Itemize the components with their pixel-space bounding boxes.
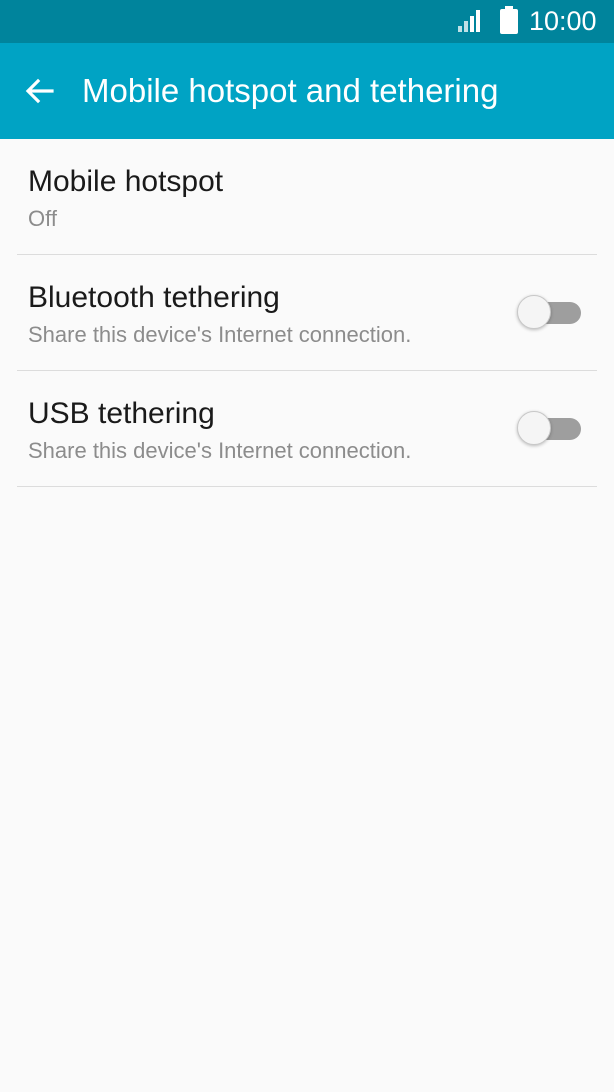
switch-thumb (517, 295, 551, 329)
setting-bluetooth-tethering[interactable]: Bluetooth tethering Share this device's … (0, 255, 614, 371)
battery-icon (500, 6, 518, 34)
setting-usb-tethering[interactable]: USB tethering Share this device's Intern… (0, 371, 614, 487)
settings-list: Mobile hotspot Off Bluetooth tethering S… (0, 139, 614, 487)
app-bar: Mobile hotspot and tethering (0, 43, 614, 139)
status-bar: 10:00 (0, 0, 614, 43)
setting-mobile-hotspot[interactable]: Mobile hotspot Off (0, 139, 614, 255)
setting-summary: Share this device's Internet connection. (28, 438, 412, 463)
switch-thumb (517, 411, 551, 445)
usb-tethering-switch[interactable] (517, 410, 583, 448)
bluetooth-tethering-switch[interactable] (517, 294, 583, 332)
status-time: 10:00 (529, 6, 597, 36)
setting-summary: Share this device's Internet connection. (28, 322, 412, 347)
setting-summary: Off (28, 206, 57, 231)
page-title: Mobile hotspot and tethering (82, 72, 499, 109)
setting-title: USB tethering (28, 397, 215, 430)
signal-icon (458, 10, 480, 32)
arrow-left-icon[interactable] (22, 73, 58, 109)
setting-title: Bluetooth tethering (28, 281, 280, 314)
divider (17, 486, 597, 487)
setting-title: Mobile hotspot (28, 165, 224, 198)
